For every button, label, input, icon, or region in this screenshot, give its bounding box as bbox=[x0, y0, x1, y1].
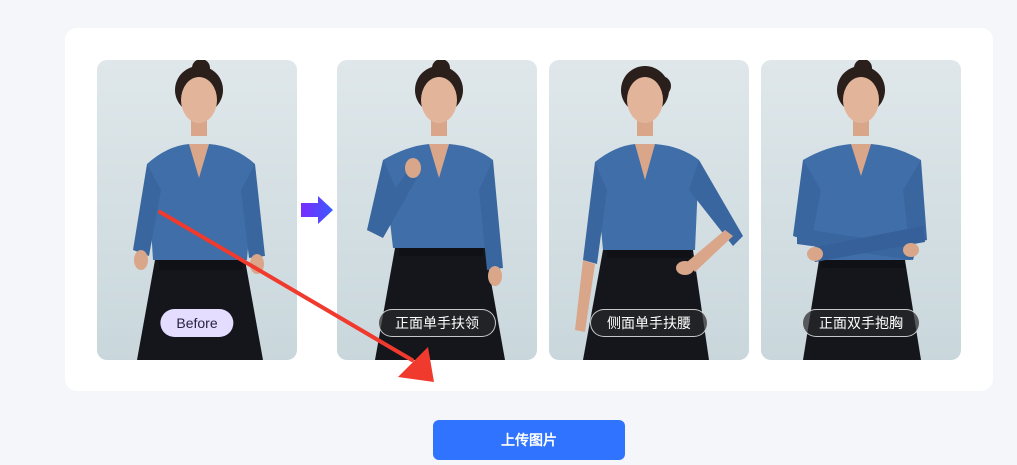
result-photo-hand-collar: 正面单手扶领 bbox=[337, 60, 537, 360]
arrow-right-icon bbox=[301, 196, 333, 224]
photo-label: 侧面单手扶腰 bbox=[590, 309, 708, 337]
result-photo-arms-crossed: 正面双手抱胸 bbox=[761, 60, 961, 360]
upload-image-button[interactable]: 上传图片 bbox=[433, 420, 625, 460]
photo-label: 正面双手抱胸 bbox=[802, 309, 920, 337]
photo-label: 正面单手扶领 bbox=[378, 309, 496, 337]
before-photo: Before bbox=[97, 60, 297, 360]
result-photo-hand-waist: 侧面单手扶腰 bbox=[549, 60, 749, 360]
photo-label: Before bbox=[160, 309, 234, 337]
